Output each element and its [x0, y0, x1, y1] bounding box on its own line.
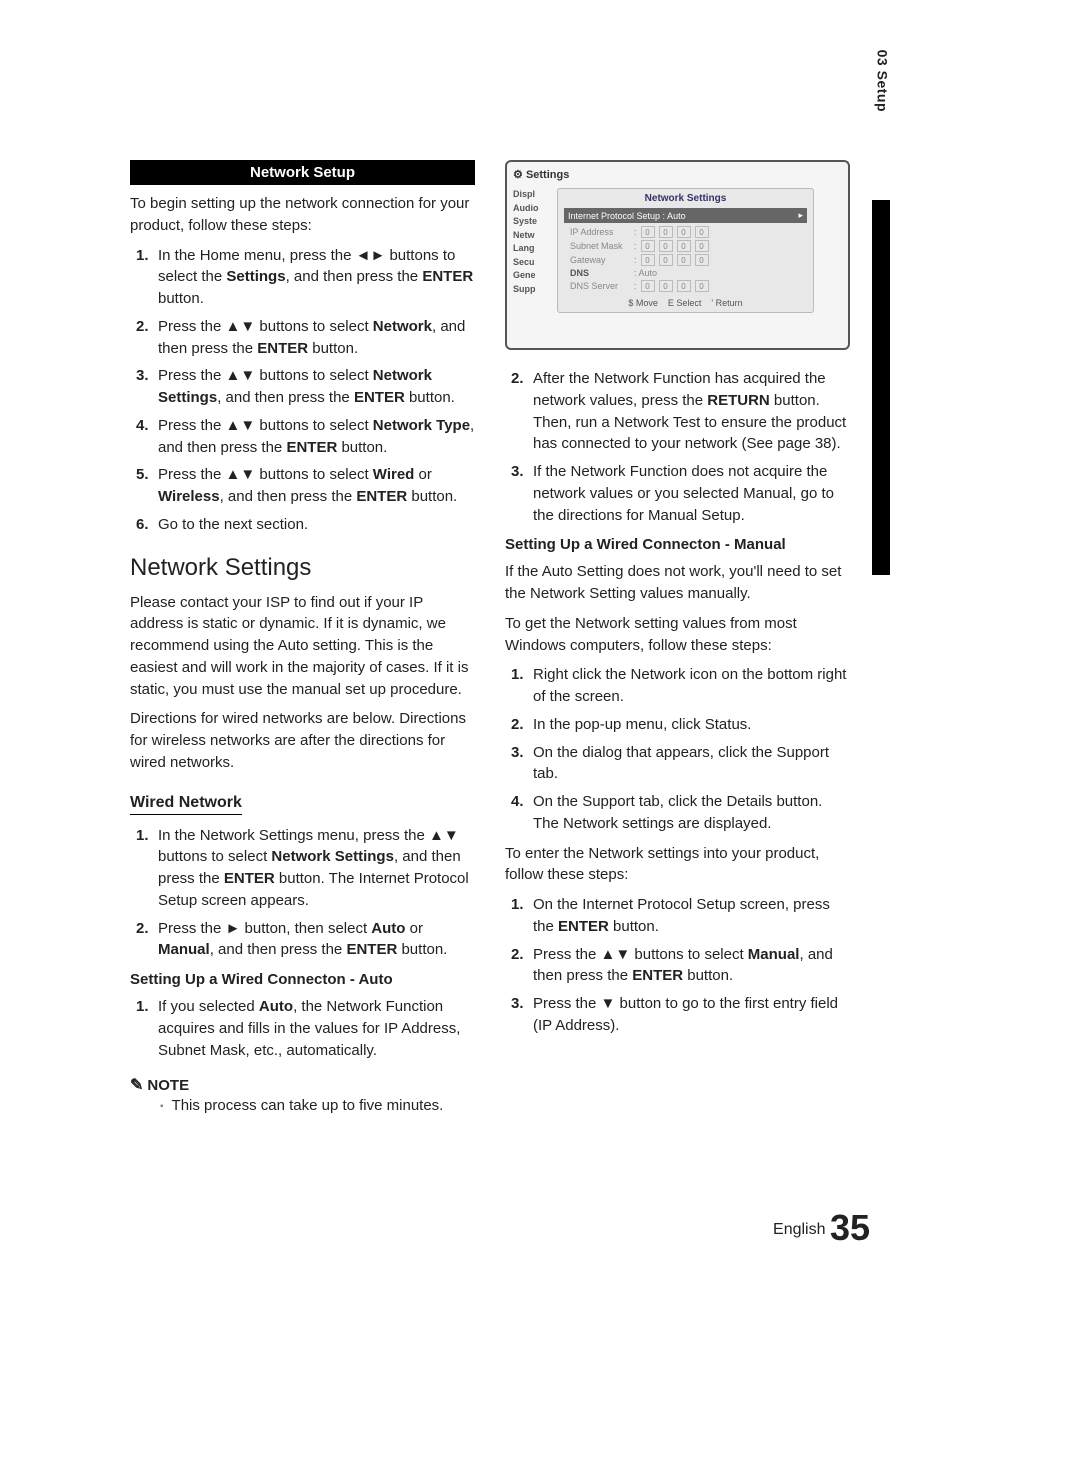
ip-rows: IP Address:0000Subnet Mask:0000Gateway:0… [564, 226, 807, 266]
right-column: ⚙ Settings DisplAudioSysteNetwLangSecuGe… [505, 160, 850, 1117]
manual-intro2: To get the Network setting values from m… [505, 613, 850, 657]
ips-row-selected: Internet Protocol Setup : Auto▸ [564, 208, 807, 223]
tv-panel-title: Network Settings [564, 193, 807, 204]
wired-auto-heading: Setting Up a Wired Connecton - Auto [130, 971, 475, 988]
note-label-row: ✎ NOTE [130, 1075, 475, 1095]
footer-lang: English [773, 1221, 825, 1238]
footer-page-number: 35 [830, 1207, 870, 1248]
page-footer: English 35 [773, 1207, 870, 1249]
chapter-side-tab: 03 Setup [874, 50, 890, 112]
network-settings-heading: Network Settings [130, 554, 475, 582]
side-black-bar [872, 200, 890, 575]
note-text: This process can take up to five minutes… [172, 1095, 444, 1117]
left-column: Network Setup To begin setting up the ne… [130, 160, 475, 1117]
note-label: NOTE [147, 1077, 189, 1094]
auto-continued-steps: 2.After the Network Function has acquire… [505, 368, 850, 526]
wired-manual-heading: Setting Up a Wired Connecton - Manual [505, 536, 850, 553]
tv-footer: $ Move E Select ' Return [564, 298, 807, 308]
bullet-icon: ▪ [160, 1100, 164, 1117]
dns-row: DNS : Auto [564, 268, 807, 278]
tv-side-menu: DisplAudioSysteNetwLangSecuGeneSupp [513, 188, 539, 296]
gear-icon: ⚙ [513, 169, 523, 181]
network-setup-header: Network Setup [130, 160, 475, 185]
wired-auto-steps: 1.If you selected Auto, the Network Func… [130, 996, 475, 1061]
wired-network-heading: Wired Network [130, 794, 242, 815]
setup-steps: 1.In the Home menu, press the ◄► buttons… [130, 245, 475, 536]
manual-steps-a: 1.Right click the Network icon on the bo… [505, 664, 850, 834]
chevron-right-icon: ▸ [798, 210, 803, 221]
ns-para1: Please contact your ISP to find out if y… [130, 592, 475, 701]
note-bullet: ▪ This process can take up to five minut… [160, 1095, 475, 1117]
dns-server-row: DNS Server:0000 [564, 280, 807, 292]
note-icon: ✎ [130, 1075, 143, 1095]
tv-screenshot: ⚙ Settings DisplAudioSysteNetwLangSecuGe… [505, 160, 850, 350]
wired-steps: 1.In the Network Settings menu, press th… [130, 825, 475, 962]
tv-panel: Network Settings Internet Protocol Setup… [557, 188, 814, 313]
manual-intro3: To enter the Network settings into your … [505, 843, 850, 887]
manual-steps-b: 1.On the Internet Protocol Setup screen,… [505, 894, 850, 1037]
screenshot-settings-label: ⚙ Settings [513, 168, 842, 181]
ns-para2: Directions for wired networks are below.… [130, 708, 475, 773]
intro-text: To begin setting up the network connecti… [130, 193, 475, 237]
manual-intro1: If the Auto Setting does not work, you'l… [505, 561, 850, 605]
